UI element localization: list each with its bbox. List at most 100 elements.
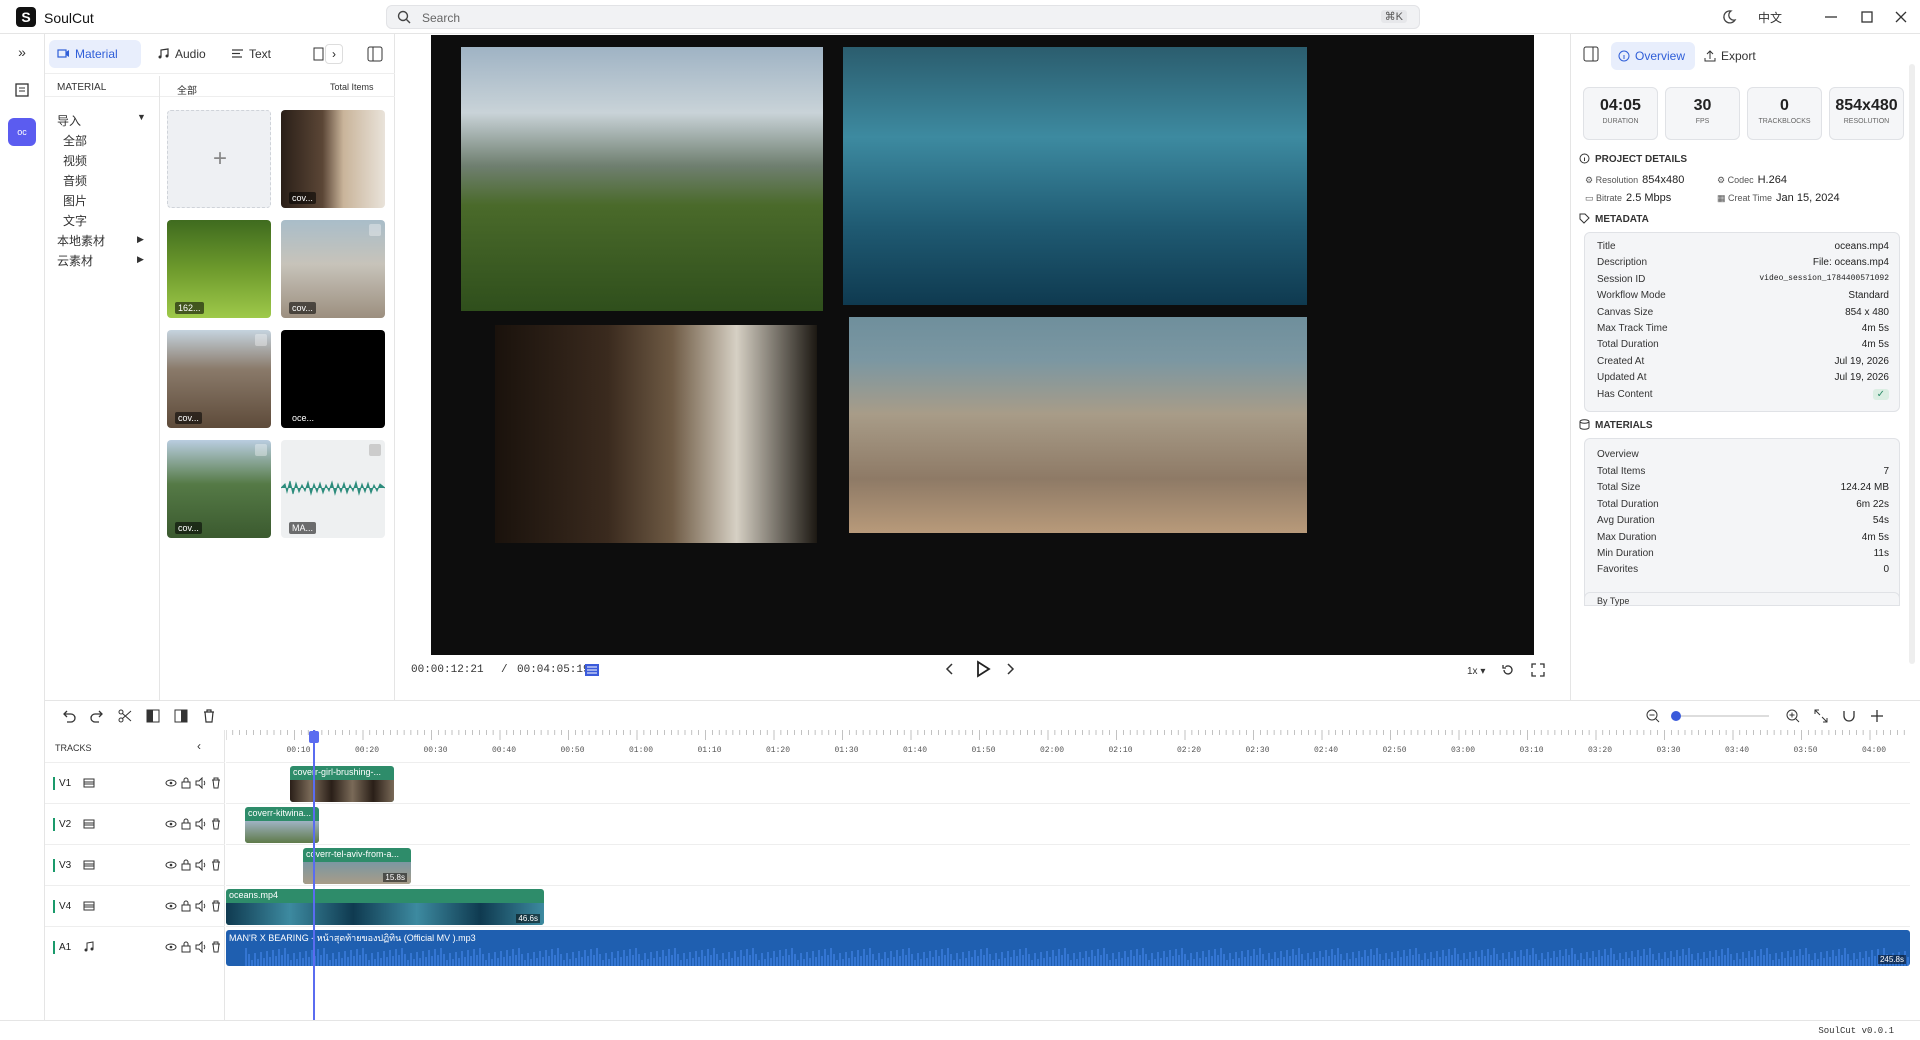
time-ruler[interactable]: 00:10 00:20 00:30 00:40 00:50 01:00 01:10 01:20… <box>226 730 1910 762</box>
theme-toggle-icon[interactable] <box>1720 8 1738 26</box>
material-tile[interactable]: oce... <box>281 330 385 428</box>
redo-icon[interactable] <box>89 708 105 724</box>
trash-icon[interactable] <box>210 900 222 912</box>
loop-icon[interactable] <box>1501 663 1515 677</box>
user-avatar[interactable]: oc <box>8 118 36 146</box>
play-icon[interactable] <box>971 658 993 680</box>
expand-sidebar-icon[interactable]: » <box>8 38 36 66</box>
tab-export[interactable]: Export <box>1697 42 1767 70</box>
video-clip[interactable]: coverr-kitwina... <box>245 807 319 843</box>
collapse-tracks-icon[interactable]: ‹ <box>197 739 201 753</box>
lock-icon[interactable] <box>180 777 192 789</box>
previous-icon[interactable] <box>943 662 957 676</box>
track-lane[interactable]: coverr-girl-brushing-... <box>226 762 1910 803</box>
preview-clip-forest[interactable] <box>461 47 823 311</box>
tabs-scroll-right-icon[interactable]: › <box>325 44 343 64</box>
tree-cloud[interactable]: 云素材 <box>57 252 93 269</box>
track-lane[interactable]: MAN'R X BEARING - หน้าสุดท้ายของปฏิทิน (… <box>226 926 1910 967</box>
tab-audio[interactable]: Audio <box>149 40 215 68</box>
minimize-icon[interactable] <box>1822 8 1840 26</box>
lock-icon[interactable] <box>180 859 192 871</box>
track-header[interactable]: V3 <box>45 844 225 885</box>
audio-clip[interactable]: MAN'R X BEARING - หน้าสุดท้ายของปฏิทิน (… <box>226 930 1910 966</box>
menu-icon[interactable] <box>255 334 267 346</box>
track-header[interactable]: A1 <box>45 926 225 967</box>
eye-icon[interactable] <box>165 859 177 871</box>
chevron-right-icon[interactable]: ▶ <box>137 234 144 245</box>
lock-icon[interactable] <box>180 900 192 912</box>
tree-video[interactable]: 视频 <box>63 152 87 169</box>
track-header[interactable]: V1 <box>45 762 225 803</box>
collapse-right-panel-icon[interactable] <box>1583 46 1599 62</box>
track-lane[interactable]: coverr-tel-aviv-from-a... 15.8s <box>226 844 1910 885</box>
eye-icon[interactable] <box>165 900 177 912</box>
preview-clip-city[interactable] <box>849 317 1307 533</box>
tree-text[interactable]: 文字 <box>63 212 87 229</box>
volume-icon[interactable] <box>195 859 207 871</box>
maximize-icon[interactable] <box>1858 8 1876 26</box>
volume-icon[interactable] <box>195 818 207 830</box>
chevron-right-icon[interactable]: ▶ <box>137 254 144 265</box>
tree-import[interactable]: 导入 <box>57 112 81 129</box>
audio-material-tile[interactable]: MA... <box>281 440 385 538</box>
eye-icon[interactable] <box>165 777 177 789</box>
add-track-icon[interactable] <box>1869 708 1885 724</box>
chevron-down-icon[interactable]: ▼ <box>137 112 146 122</box>
add-material-button[interactable]: + <box>167 110 271 208</box>
tab-material[interactable]: Material <box>49 40 141 68</box>
fit-icon[interactable] <box>1813 708 1829 724</box>
tab-text[interactable]: Text <box>223 40 283 68</box>
menu-icon[interactable] <box>369 444 381 456</box>
playhead[interactable] <box>313 730 315 1020</box>
menu-icon[interactable] <box>255 444 267 456</box>
timecode-format-icon[interactable] <box>585 664 599 676</box>
track-lane[interactable]: coverr-kitwina... <box>226 803 1910 844</box>
split-right-icon[interactable] <box>173 708 189 724</box>
material-tile[interactable]: 162... <box>167 220 271 318</box>
split-left-icon[interactable] <box>145 708 161 724</box>
playhead-handle[interactable] <box>309 731 319 743</box>
more-tab-icon[interactable] <box>313 47 325 61</box>
tree-all[interactable]: 全部 <box>63 132 87 149</box>
volume-icon[interactable] <box>195 900 207 912</box>
tree-image[interactable]: 图片 <box>63 192 87 209</box>
video-clip[interactable]: oceans.mp4 46.6s <box>226 889 544 925</box>
trash-icon[interactable] <box>201 708 217 724</box>
track-header[interactable]: V4 <box>45 885 225 926</box>
volume-icon[interactable] <box>195 941 207 953</box>
zoom-in-icon[interactable] <box>1785 708 1801 724</box>
zoom-out-icon[interactable] <box>1645 708 1661 724</box>
playback-speed[interactable]: 1x ▾ <box>1467 666 1485 677</box>
zoom-slider-handle[interactable] <box>1671 711 1681 721</box>
volume-icon[interactable] <box>195 777 207 789</box>
material-tile[interactable]: cov... <box>281 110 385 208</box>
fullscreen-icon[interactable] <box>1531 663 1545 677</box>
video-clip[interactable]: coverr-girl-brushing-... <box>290 766 394 802</box>
magnet-icon[interactable] <box>1841 708 1857 724</box>
menu-icon[interactable] <box>369 224 381 236</box>
tree-audio[interactable]: 音频 <box>63 172 87 189</box>
close-icon[interactable] <box>1892 8 1910 26</box>
next-icon[interactable] <box>1003 662 1017 676</box>
preview-clip-girl[interactable] <box>495 325 817 543</box>
trash-icon[interactable] <box>210 777 222 789</box>
tree-local[interactable]: 本地素材 <box>57 232 105 249</box>
scissors-icon[interactable] <box>117 708 133 724</box>
project-icon[interactable] <box>14 82 30 98</box>
video-clip[interactable]: coverr-tel-aviv-from-a... 15.8s <box>303 848 411 884</box>
panel-scrollbar[interactable] <box>1909 64 1915 664</box>
track-lane[interactable]: oceans.mp4 46.6s <box>226 885 1910 926</box>
undo-icon[interactable] <box>61 708 77 724</box>
trash-icon[interactable] <box>210 859 222 871</box>
material-tile[interactable]: cov... <box>167 440 271 538</box>
tab-overview[interactable]: Overview <box>1611 42 1695 70</box>
language-switch[interactable]: 中文 <box>1758 9 1782 26</box>
lock-icon[interactable] <box>180 941 192 953</box>
preview-clip-ocean[interactable] <box>843 47 1307 305</box>
material-tile[interactable]: cov... <box>167 330 271 428</box>
preview-canvas[interactable] <box>431 35 1534 655</box>
trash-icon[interactable] <box>210 941 222 953</box>
eye-icon[interactable] <box>165 941 177 953</box>
zoom-slider[interactable] <box>1671 711 1769 721</box>
eye-icon[interactable] <box>165 818 177 830</box>
